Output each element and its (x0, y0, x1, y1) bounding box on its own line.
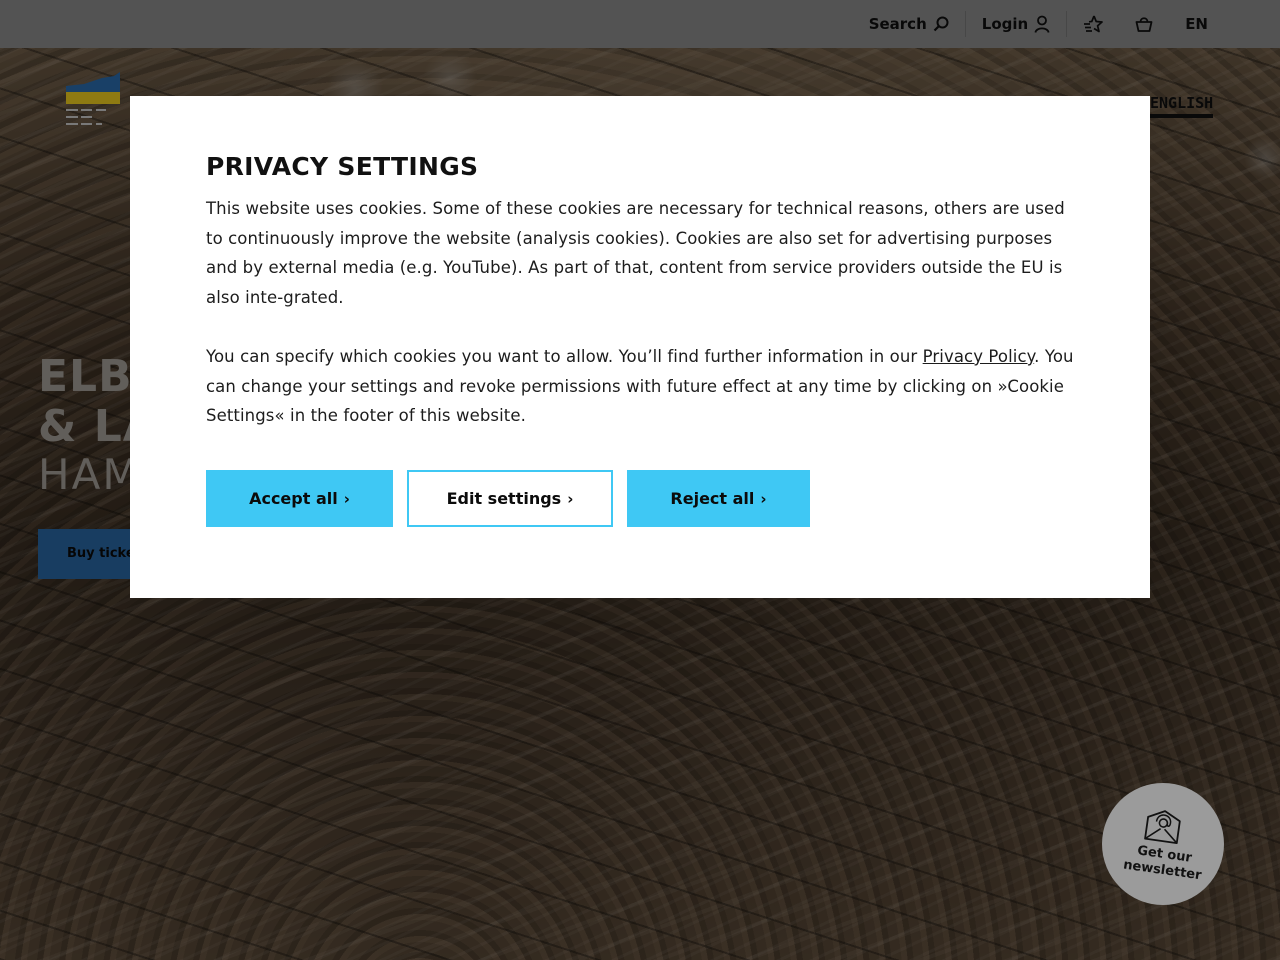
reject-all-label: Reject all (670, 489, 755, 508)
edit-settings-button[interactable]: Edit settings › (407, 470, 613, 527)
chevron-right-icon: › (343, 489, 350, 508)
dialog-title: PRIVACY SETTINGS (206, 152, 479, 181)
newsletter-badge-button[interactable]: Get our newsletter (1102, 783, 1224, 905)
chevron-right-icon: › (567, 489, 574, 508)
dialog-paragraph-1: This website uses cookies. Some of these… (206, 199, 1065, 307)
reject-all-button[interactable]: Reject all › (627, 470, 810, 527)
edit-settings-label: Edit settings (446, 489, 562, 508)
accept-all-button[interactable]: Accept all › (206, 470, 393, 527)
paragraph-2-text-start: You can specify which cookies you want t… (206, 346, 923, 366)
accept-all-label: Accept all (249, 489, 338, 508)
dialog-actions: Accept all › Edit settings › Reject all … (206, 470, 810, 527)
newsletter-envelope-icon (1144, 810, 1181, 844)
privacy-settings-dialog: PRIVACY SETTINGS This website uses cooki… (130, 96, 1150, 598)
chevron-right-icon: › (760, 489, 767, 508)
newsletter-text: Get our newsletter (1122, 842, 1204, 885)
dialog-paragraph-2: You can specify which cookies you want t… (206, 342, 1074, 431)
privacy-policy-link[interactable]: Privacy Policy (923, 347, 1035, 366)
